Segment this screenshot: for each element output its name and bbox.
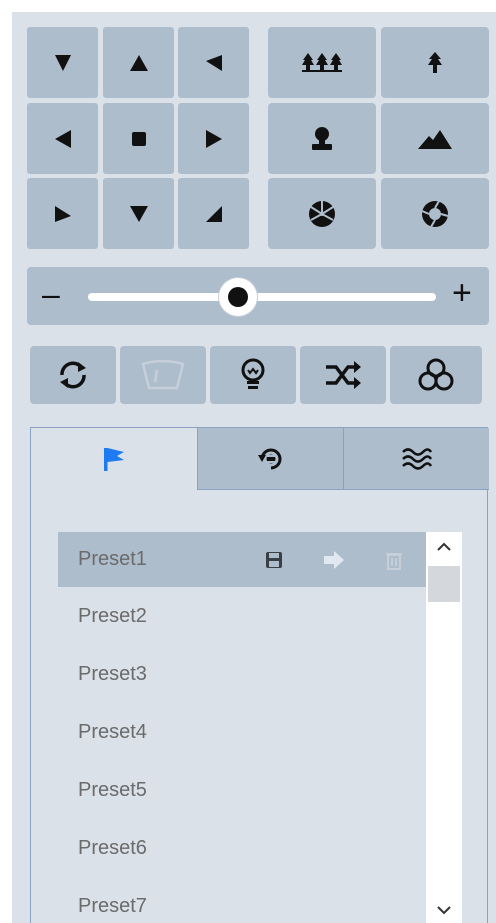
zoom-plus-label[interactable]: + xyxy=(452,276,472,310)
call-preset-button[interactable] xyxy=(304,550,364,570)
preset-label: Preset3 xyxy=(78,662,147,685)
tab-divider xyxy=(31,489,197,490)
arrow-right-icon xyxy=(324,550,344,569)
tree-icon xyxy=(428,51,442,73)
list-item[interactable]: Preset3 xyxy=(58,645,426,703)
shuffle-icon xyxy=(326,361,361,389)
link-rings-icon xyxy=(418,358,454,391)
arrow-down-right-icon xyxy=(205,205,222,222)
save-icon xyxy=(266,551,282,568)
preset-list-scrollbar[interactable] xyxy=(426,532,462,923)
aperture-closed-icon xyxy=(309,200,335,227)
iris-close-button[interactable] xyxy=(268,178,376,249)
zoom-in-tree-button[interactable] xyxy=(381,27,489,98)
arrow-up-icon xyxy=(129,54,148,71)
light-button[interactable] xyxy=(210,346,296,404)
patrol-icon xyxy=(257,448,281,469)
preset-label: Preset4 xyxy=(78,720,147,743)
zoom-out-trees-button[interactable] xyxy=(268,27,376,98)
scroll-down-icon[interactable] xyxy=(437,905,451,915)
zoom-slider-thumb[interactable] xyxy=(218,278,257,316)
arrow-right-icon xyxy=(205,129,222,148)
preset-label: Preset1 xyxy=(78,548,147,570)
preset-actions xyxy=(244,532,424,587)
wave-icon xyxy=(401,447,432,470)
iris-open-button[interactable] xyxy=(381,178,489,249)
ptz-stop-button[interactable] xyxy=(103,103,174,174)
stop-icon xyxy=(131,131,146,146)
preset-label: Preset7 xyxy=(78,894,147,917)
preset-label: Preset2 xyxy=(78,604,147,627)
preset-list: Preset1 Preset2 Preset3 Preset4 Preset5 … xyxy=(58,532,426,923)
save-preset-button[interactable] xyxy=(244,551,304,569)
person-icon xyxy=(312,126,332,150)
pan-right-button[interactable] xyxy=(178,103,249,174)
arrow-up-right-icon xyxy=(205,54,222,71)
tab-presets[interactable] xyxy=(31,428,197,490)
arrow-left-icon xyxy=(54,129,71,148)
pan-down-button[interactable] xyxy=(103,178,174,249)
scroll-up-icon[interactable] xyxy=(437,542,451,552)
arrow-down-left-icon xyxy=(54,205,71,222)
group-button[interactable] xyxy=(390,346,482,404)
preset-label: Preset6 xyxy=(78,836,147,859)
list-item[interactable]: Preset5 xyxy=(58,761,426,819)
wiper-button[interactable] xyxy=(120,346,206,404)
list-item[interactable]: Preset6 xyxy=(58,819,426,877)
zoom-slider-track[interactable] xyxy=(88,293,436,301)
refresh-icon xyxy=(60,361,86,389)
focus-near-button[interactable] xyxy=(268,103,376,174)
pan-up-button[interactable] xyxy=(103,27,174,98)
arrow-up-left-icon xyxy=(54,54,71,71)
preset-label: Preset5 xyxy=(78,778,147,801)
zoom-minus-label[interactable]: – xyxy=(42,278,60,310)
bulb-icon xyxy=(241,358,265,389)
tab-pattern[interactable] xyxy=(343,428,489,490)
auto-scan-button[interactable] xyxy=(30,346,116,404)
scrollbar-thumb[interactable] xyxy=(428,566,460,602)
list-item[interactable]: Preset1 xyxy=(58,532,426,587)
flag-icon xyxy=(104,448,124,471)
pan-up-left-button[interactable] xyxy=(27,27,98,98)
arrow-down-icon xyxy=(129,205,148,222)
list-item[interactable]: Preset4 xyxy=(58,703,426,761)
pan-left-button[interactable] xyxy=(27,103,98,174)
delete-preset-button[interactable] xyxy=(364,550,424,570)
aperture-open-icon xyxy=(421,200,449,227)
pan-down-left-button[interactable] xyxy=(27,178,98,249)
list-item[interactable]: Preset2 xyxy=(58,587,426,645)
forest-icon xyxy=(302,52,342,72)
pan-down-right-button[interactable] xyxy=(178,178,249,249)
mountain-icon xyxy=(418,129,452,149)
focus-far-button[interactable] xyxy=(381,103,489,174)
wiper-icon xyxy=(141,360,185,390)
list-item[interactable]: Preset7 xyxy=(58,877,426,923)
pan-up-right-button[interactable] xyxy=(178,27,249,98)
tab-patrol[interactable] xyxy=(197,428,343,490)
random-scan-button[interactable] xyxy=(300,346,386,404)
trash-icon xyxy=(386,552,402,570)
